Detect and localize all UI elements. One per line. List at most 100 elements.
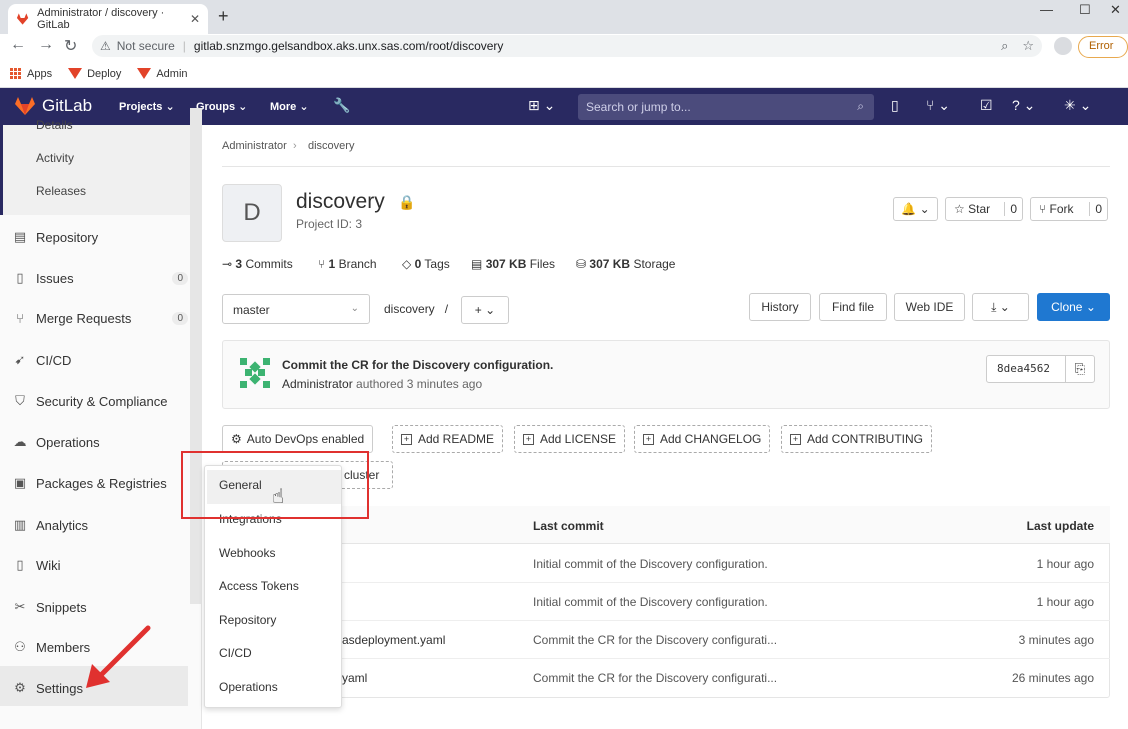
commit-sha[interactable]: 8dea4562 — [986, 355, 1066, 383]
divider — [222, 166, 1110, 167]
search-icon: ⌕ — [857, 99, 864, 113]
commit-message[interactable]: Commit the CR for the Discovery configur… — [282, 358, 553, 372]
nav-projects[interactable]: Projects ⌄ — [119, 100, 175, 113]
admin-wrench-icon[interactable]: 🔧 — [333, 97, 350, 114]
project-avatar: D — [222, 184, 282, 242]
apps-grid-icon — [10, 67, 22, 80]
flyout-item-cicd[interactable]: CI/CD — [219, 646, 252, 660]
reload-icon[interactable]: ↻ — [64, 36, 77, 56]
minimize-icon[interactable]: — — [1040, 2, 1053, 17]
profile-avatar[interactable] — [1054, 37, 1072, 55]
breadcrumb-project[interactable]: discovery — [308, 140, 354, 152]
bookmark-star-icon[interactable]: ☆ — [1022, 38, 1034, 54]
nav-groups[interactable]: Groups ⌄ — [196, 100, 247, 113]
file-name[interactable]: asdeployment.yaml — [342, 633, 445, 647]
add-license-button[interactable]: + Add LICENSE — [514, 425, 626, 453]
new-plus-icon[interactable]: ⊞ ⌄ — [528, 97, 555, 114]
commit-meta: Administrator authored 3 minutes ago — [282, 377, 483, 391]
plus-box-icon: + — [401, 433, 412, 445]
star-button[interactable]: ☆ Star 0 — [945, 197, 1023, 221]
sidebar-item-snippets[interactable]: ✂ Snippets — [12, 599, 188, 615]
gitlab-logo[interactable]: GitLab — [14, 96, 92, 116]
project-title: discovery — [296, 190, 385, 213]
address-bar[interactable]: ⚠ Not secure | gitlab.snzmgo.gelsandbox.… — [92, 35, 1042, 57]
gear-icon: ⚙ — [231, 432, 242, 446]
sidebar-sub-activity[interactable]: Activity — [36, 151, 74, 165]
web-ide-button[interactable]: Web IDE — [894, 293, 965, 321]
sidebar-item-security[interactable]: ⛉ Security & Compliance — [12, 393, 188, 409]
sidebar-item-issues[interactable]: ▯ Issues 0 — [12, 270, 188, 286]
bookmark-admin[interactable]: Admin — [137, 68, 188, 80]
user-avatar-icon[interactable]: ✳ ⌄ — [1064, 97, 1091, 114]
last-commit-panel — [222, 340, 1110, 409]
branch-icon: ⑂ — [318, 257, 326, 271]
sidebar-item-merge-requests[interactable]: ⑂ Merge Requests 0 — [12, 311, 188, 326]
auto-devops-button[interactable]: ⚙ Auto DevOps enabled — [222, 425, 374, 453]
url-text: gitlab.snzmgo.gelsandbox.aks.unx.sas.com… — [193, 39, 504, 53]
copy-sha-button[interactable]: ⎘ — [1065, 355, 1095, 383]
sidebar-item-analytics[interactable]: ▥ Analytics — [12, 517, 188, 533]
row-commit[interactable]: Initial commit of the Discovery configur… — [533, 557, 768, 571]
notification-dropdown[interactable]: 🔔 ⌄ — [893, 197, 938, 221]
rocket-icon: ➹ — [14, 352, 26, 367]
find-file-button[interactable]: Find file — [819, 293, 887, 321]
fork-button[interactable]: ⑂ Fork 0 — [1030, 197, 1108, 221]
sidebar-item-repository[interactable]: ▤ Repository — [12, 229, 188, 245]
add-contributing-button[interactable]: + Add CONTRIBUTING — [781, 425, 933, 453]
sidebar-item-packages[interactable]: ▣ Packages & Registries — [12, 475, 188, 491]
flyout-item-webhooks[interactable]: Webhooks — [219, 546, 275, 560]
sidebar-sub-releases[interactable]: Releases — [36, 184, 86, 198]
stat-commits[interactable]: ⊸ 3 Commits — [222, 257, 293, 271]
row-commit[interactable]: Initial commit of the Discovery configur… — [533, 595, 768, 609]
sidebar-item-wiki[interactable]: ▯ Wiki — [12, 557, 188, 573]
add-file-dropdown[interactable]: + ⌄ — [461, 296, 509, 324]
search-input[interactable]: Search or jump to... ⌕ — [578, 94, 874, 120]
help-icon[interactable]: ? ⌄ — [1012, 97, 1035, 114]
bookmark-deploy[interactable]: Deploy — [68, 68, 121, 80]
maximize-icon[interactable]: ☐ — [1079, 2, 1091, 18]
row-updated: 1 hour ago — [1036, 557, 1094, 571]
flyout-item-operations[interactable]: Operations — [219, 680, 278, 694]
window-close-icon[interactable]: ✕ — [1110, 2, 1121, 18]
history-button[interactable]: History — [749, 293, 811, 321]
scissors-icon: ✂ — [14, 599, 26, 614]
stat-files[interactable]: ▤ 307 KB Files — [471, 257, 555, 271]
back-icon[interactable]: ← — [10, 36, 26, 54]
branch-selector[interactable]: master ⌄ — [222, 294, 370, 324]
stat-branch[interactable]: ⑂ 1 Branch — [318, 257, 377, 271]
file-name[interactable]: yaml — [342, 671, 367, 685]
todo-icon[interactable]: ☑ — [980, 97, 993, 114]
merge-icon: ⑂ — [16, 311, 24, 326]
plus-box-icon: + — [790, 433, 801, 445]
flyout-item-repository[interactable]: Repository — [219, 613, 276, 627]
new-tab-icon[interactable]: + — [218, 6, 229, 27]
brand-name: GitLab — [42, 96, 93, 115]
breadcrumb-admin[interactable]: Administrator — [222, 140, 287, 152]
row-commit[interactable]: Commit the CR for the Discovery configur… — [533, 633, 777, 647]
sidebar-sub-details[interactable]: Details — [36, 118, 73, 132]
chart-icon: ▥ — [13, 517, 27, 532]
forward-icon[interactable]: → — [38, 36, 54, 54]
sidebar-item-operations[interactable]: ☁ Operations — [12, 434, 188, 450]
row-commit[interactable]: Commit the CR for the Discovery configur… — [533, 671, 777, 685]
zoom-icon[interactable]: ⌕ — [1001, 38, 1008, 54]
chevron-down-icon: ⌄ — [350, 303, 359, 314]
issues-count-badge: 0 — [172, 271, 188, 285]
download-dropdown[interactable]: ⤓ ⌄ — [972, 293, 1029, 321]
add-changelog-button[interactable]: + Add CHANGELOG — [634, 425, 771, 453]
browser-tab[interactable]: Administrator / discovery · GitLab ✕ — [8, 4, 208, 34]
issues-header-icon[interactable]: ▯ — [891, 97, 899, 114]
tab-close-icon[interactable]: ✕ — [190, 12, 200, 26]
nav-more[interactable]: More ⌄ — [270, 100, 309, 113]
error-button[interactable]: Error — [1078, 36, 1128, 58]
shield-icon: ⛉ — [15, 393, 25, 408]
sidebar-item-cicd[interactable]: ➹ CI/CD — [12, 352, 188, 368]
flyout-item-access-tokens[interactable]: Access Tokens — [219, 579, 299, 593]
sidebar-scrollbar[interactable] — [190, 108, 202, 604]
stat-tags[interactable]: ◇ 0 Tags — [402, 257, 450, 271]
merge-requests-header-icon[interactable]: ⑂ ⌄ — [926, 97, 950, 114]
clone-button[interactable]: Clone ⌄ — [1037, 293, 1110, 321]
bookmark-apps[interactable]: Apps — [10, 67, 52, 80]
header-last-commit: Last commit — [533, 519, 604, 533]
add-readme-button[interactable]: + Add README — [392, 425, 504, 453]
